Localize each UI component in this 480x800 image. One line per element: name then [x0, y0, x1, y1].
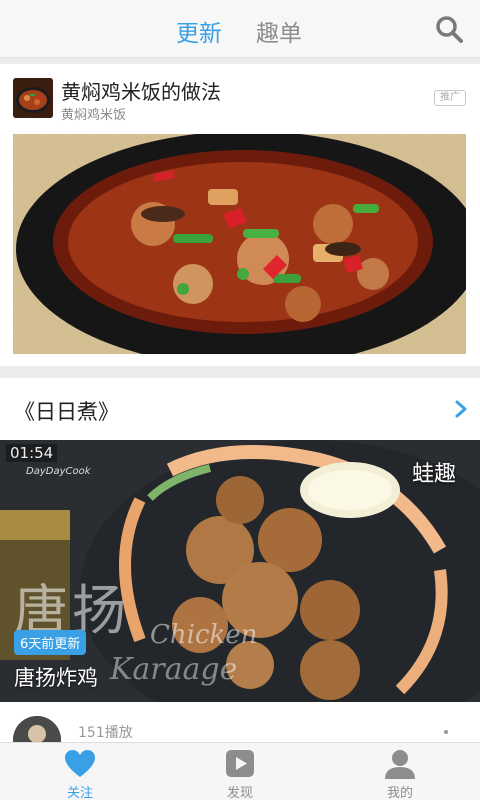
bottom-nav: 关注 发现 我的 [0, 742, 480, 800]
nav-label-follow: 关注 [66, 786, 93, 800]
promo-dish-image [13, 134, 466, 354]
promo-subtitle: 黄焖鸡米饭 [61, 108, 127, 123]
chevron-right-icon[interactable] [454, 400, 468, 418]
more-options-icon[interactable] [444, 730, 448, 734]
nav-label-me: 我的 [386, 786, 413, 800]
section-title: 《日日煮》 [14, 400, 119, 424]
video-title: 唐扬炸鸡 [14, 666, 98, 690]
video-thumbnail[interactable]: 01:54 DayDayCook 蛙趣 唐扬 Chicken Karaage 6… [0, 440, 480, 702]
nav-item-me[interactable]: 我的 [320, 743, 480, 800]
promo-title: 黄焖鸡米饭的做法 [61, 80, 221, 104]
video-duration: 01:54 [6, 444, 58, 462]
nav-item-follow[interactable]: 关注 [0, 743, 160, 800]
play-count: 151播放 [78, 725, 133, 741]
section-header[interactable]: 《日日煮》 [0, 378, 480, 440]
video-overlay-english-2: Karaage [110, 652, 238, 687]
brand-watermark: DayDayCook [26, 466, 91, 477]
ad-badge: 推广 [434, 90, 466, 106]
promo-card[interactable]: 黄焖鸡米饭的做法 黄焖鸡米饭 推广 [0, 64, 480, 366]
promo-thumbnail [13, 78, 53, 118]
heart-icon [65, 750, 95, 777]
update-badge: 6天前更新 [14, 630, 87, 655]
play-icon [226, 750, 254, 777]
nav-label-discover: 发现 [226, 786, 253, 800]
corner-tag: 蛙趣 [411, 462, 456, 487]
top-header: 更新 趣单 [0, 0, 480, 58]
channel-section: 《日日煮》 01:54 DayDayCook 蛙趣 唐扬 Chicken Kar… [0, 378, 480, 800]
tab-updates[interactable]: 更新 [176, 14, 222, 48]
search-icon[interactable] [434, 14, 464, 44]
user-icon [385, 750, 415, 779]
nav-item-discover[interactable]: 发现 [160, 743, 320, 800]
video-overlay-english-1: Chicken [150, 620, 258, 650]
tab-fun-lists[interactable]: 趣单 [256, 14, 302, 48]
app-screen: 更新 趣单 黄焖鸡米饭的做法 黄焖鸡米饭 推广 《日日煮》 01:54 DayD… [0, 0, 480, 800]
